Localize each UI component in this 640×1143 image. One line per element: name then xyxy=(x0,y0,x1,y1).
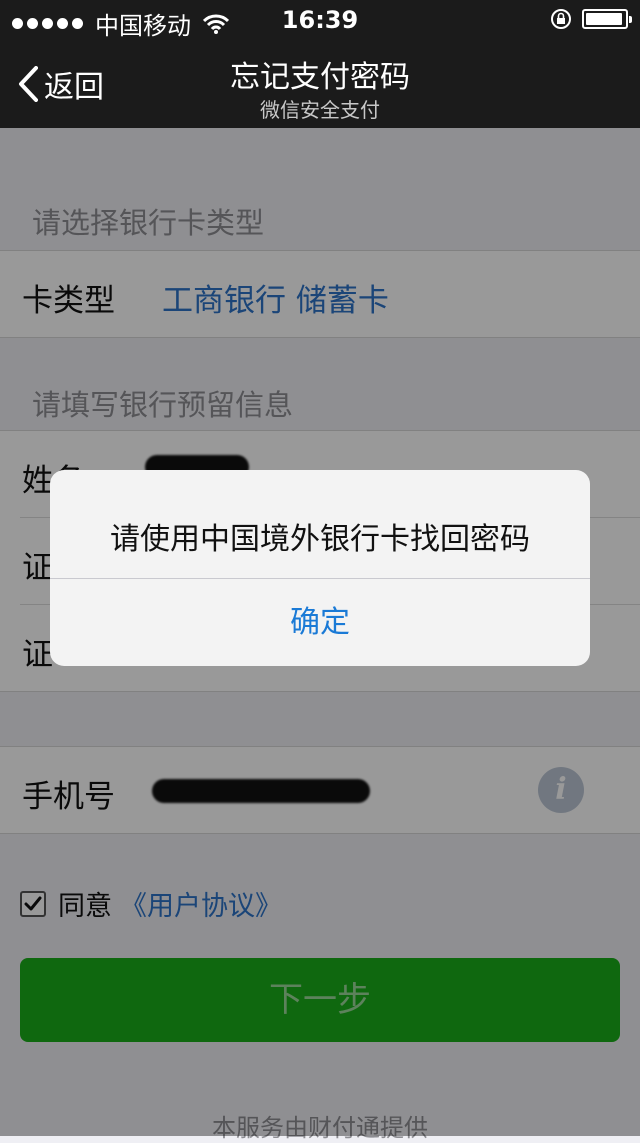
navigation-bar: 返回 忘记支付密码 微信安全支付 xyxy=(0,40,640,128)
battery-icon xyxy=(582,9,632,29)
battery-level xyxy=(586,13,622,25)
page-title: 忘记支付密码 xyxy=(230,60,410,95)
status-bar: 中国移动 16:39 xyxy=(0,0,640,40)
alert-message: 请使用中国境外银行卡找回密码 xyxy=(110,522,530,557)
alert-confirm-button[interactable]: 确定 xyxy=(50,579,590,666)
page-subtitle: 微信安全支付 xyxy=(260,98,380,122)
status-right xyxy=(550,8,632,30)
clock: 16:39 xyxy=(281,6,359,34)
alert-dialog: 请使用中国境外银行卡找回密码 确定 xyxy=(50,470,590,666)
rotation-lock-icon xyxy=(550,8,572,30)
